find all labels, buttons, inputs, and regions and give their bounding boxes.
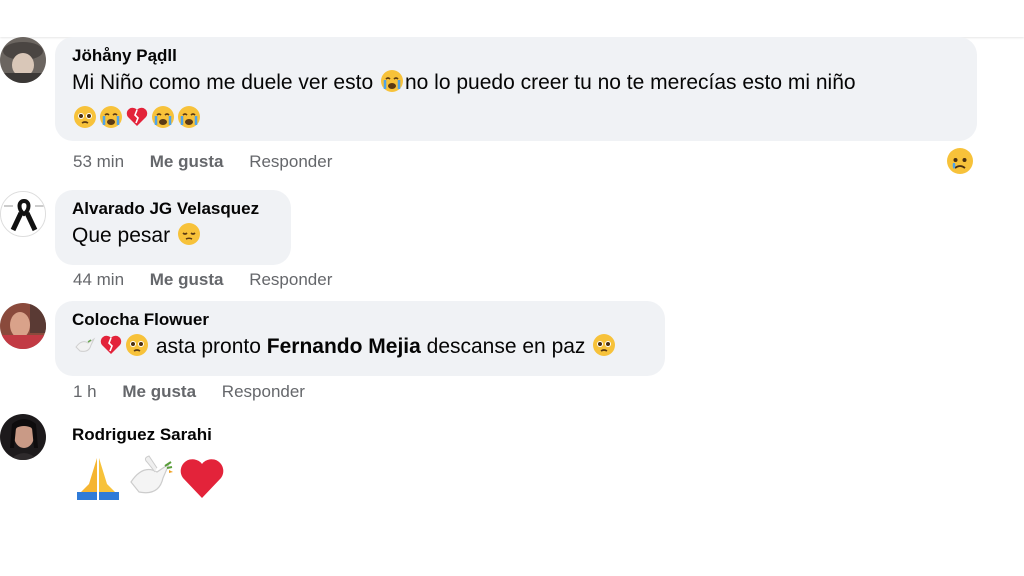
comment-actions: 44 min Me gusta Responder — [73, 270, 353, 290]
broken-heart-icon — [125, 105, 149, 139]
pensive-face-icon — [177, 222, 201, 256]
sad-reaction-icon[interactable] — [946, 147, 974, 180]
dove-icon — [125, 452, 175, 507]
comment-content: Rodriguez Sarahi — [55, 416, 228, 446]
comment-text: Mi Niño como me duele ver esto no lo pue… — [72, 67, 961, 139]
pleading-face-icon — [125, 333, 149, 367]
crying-face-icon — [151, 105, 175, 139]
crying-face-icon — [99, 105, 123, 139]
dove-icon — [73, 333, 97, 367]
like-button[interactable]: Me gusta — [150, 270, 224, 289]
comment-bubble: Alvarado JG Velasquez Que pesar — [55, 190, 291, 265]
reply-button[interactable]: Responder — [222, 382, 305, 401]
folded-hands-icon — [73, 452, 123, 507]
comment-bubble: Jöhåny Pąḍll Mi Niño como me duele ver e… — [55, 37, 977, 141]
comment-text: Que pesar — [72, 220, 275, 256]
crying-face-icon — [177, 105, 201, 139]
reply-button[interactable]: Responder — [249, 270, 332, 289]
comment-author[interactable]: Jöhåny Pąḍll — [72, 45, 961, 67]
red-heart-icon — [177, 452, 227, 507]
comment-time[interactable]: 1 h — [73, 382, 97, 401]
comment-author[interactable]: Rodriguez Sarahi — [72, 424, 212, 446]
comment-author[interactable]: Alvarado JG Velasquez — [72, 198, 275, 220]
top-bar — [0, 0, 1024, 37]
broken-heart-icon — [99, 333, 123, 367]
reply-button[interactable]: Responder — [249, 152, 332, 171]
comment-author[interactable]: Colocha Flowuer — [72, 309, 649, 331]
crying-face-icon — [380, 69, 404, 103]
comment-time[interactable]: 44 min — [73, 270, 124, 289]
avatar[interactable] — [0, 303, 46, 349]
avatar[interactable] — [0, 414, 46, 460]
comment-actions: 1 h Me gusta Responder — [73, 382, 326, 402]
comment-time[interactable]: 53 min — [73, 152, 124, 171]
comment-text: asta pronto Fernando Mejia descanse en p… — [72, 331, 649, 367]
avatar[interactable] — [0, 37, 46, 83]
pleading-face-icon — [592, 333, 616, 367]
comment-bubble: Colocha Flowuer asta pronto Fernando Mej… — [55, 301, 665, 376]
pleading-face-icon — [73, 105, 97, 139]
mention-link[interactable]: Fernando Mejia — [267, 335, 421, 358]
avatar[interactable] — [0, 191, 46, 237]
sticker-emoji-row — [73, 452, 229, 507]
comment-actions: 53 min Me gusta Responder — [73, 152, 353, 172]
like-button[interactable]: Me gusta — [122, 382, 196, 401]
like-button[interactable]: Me gusta — [150, 152, 224, 171]
